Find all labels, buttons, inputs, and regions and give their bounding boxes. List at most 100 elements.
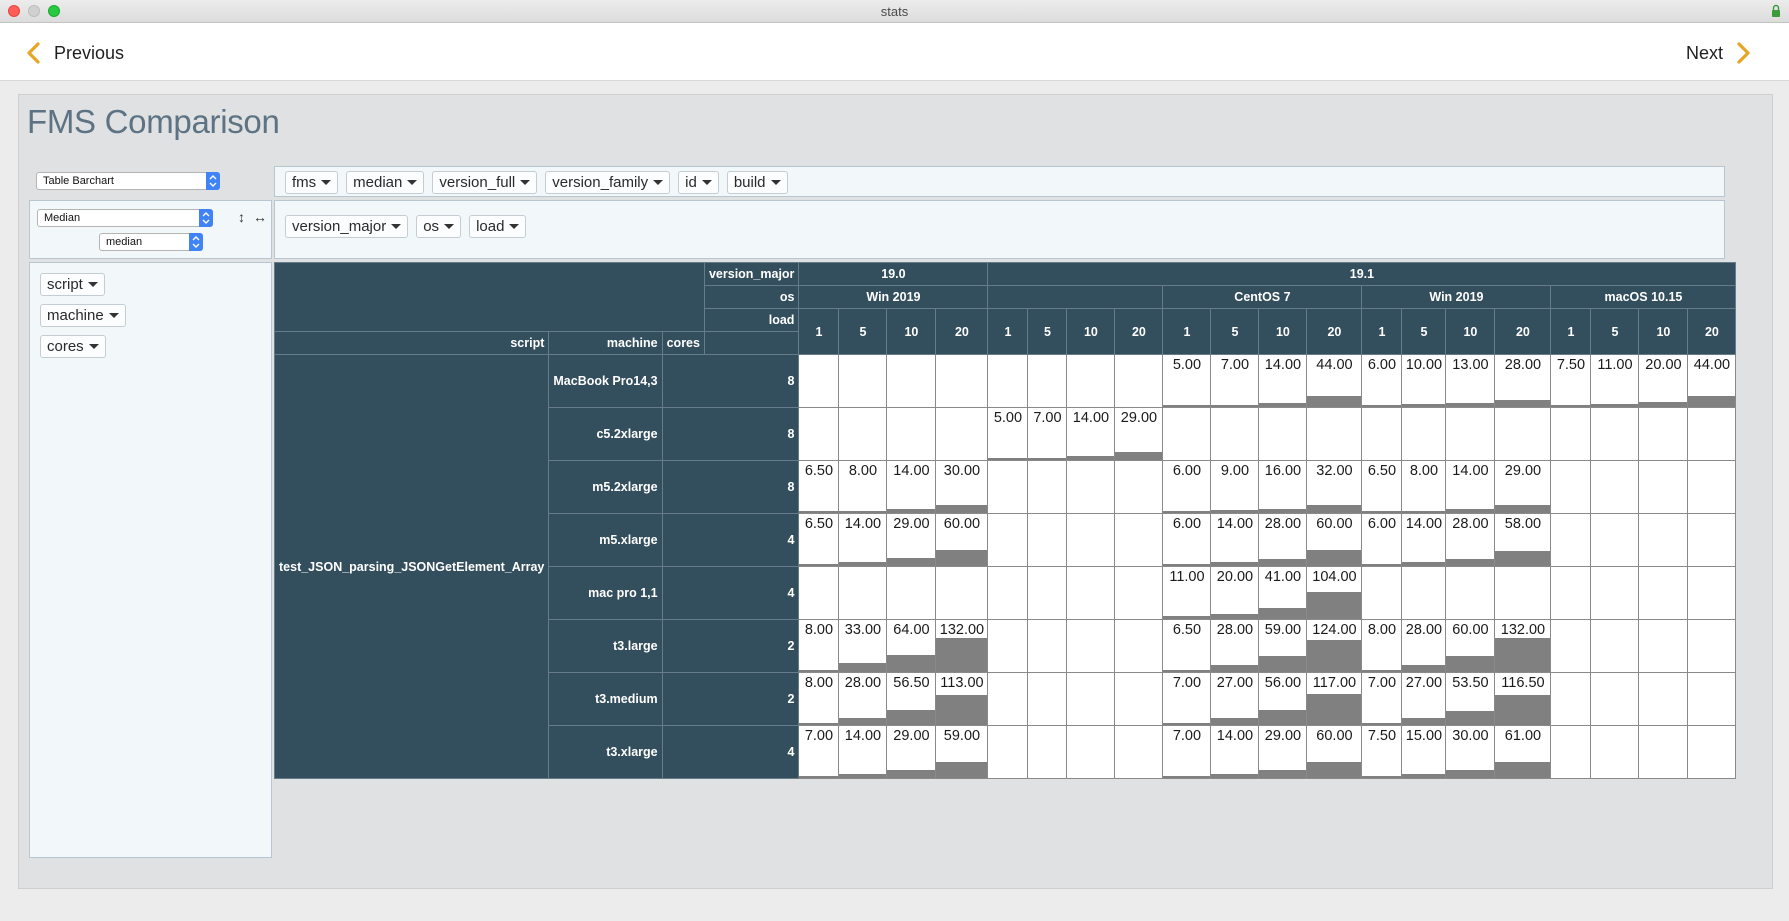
value-cell[interactable]: 8.00 — [798, 619, 840, 673]
value-cell[interactable]: 20.00 — [1210, 566, 1260, 620]
value-cell[interactable]: 58.00 — [1494, 513, 1552, 567]
value-cell[interactable]: 53.50 — [1445, 672, 1496, 726]
value-cell[interactable] — [1027, 354, 1068, 408]
value-cell[interactable]: 28.00 — [1258, 513, 1308, 567]
row-field-pill-machine[interactable]: machine — [40, 304, 126, 327]
value-cell[interactable]: 32.00 — [1306, 460, 1363, 514]
value-cell[interactable] — [1066, 672, 1116, 726]
value-cell[interactable]: 6.50 — [798, 513, 840, 567]
value-cell[interactable]: 59.00 — [935, 725, 989, 779]
value-cell[interactable] — [1590, 407, 1640, 461]
value-cell[interactable] — [886, 407, 937, 461]
value-cell[interactable] — [1066, 725, 1116, 779]
value-cell[interactable]: 6.50 — [798, 460, 840, 514]
value-cell[interactable]: 8.00 — [838, 460, 888, 514]
value-cell[interactable] — [838, 407, 888, 461]
value-cell[interactable] — [1590, 566, 1640, 620]
value-cell[interactable]: 30.00 — [1445, 725, 1496, 779]
value-cell[interactable] — [1494, 407, 1552, 461]
value-cell[interactable]: 6.00 — [1361, 354, 1403, 408]
aggregator-field-select[interactable]: median — [99, 233, 203, 251]
value-cell[interactable] — [1638, 513, 1689, 567]
field-pill-version_family[interactable]: version_family — [545, 171, 671, 194]
value-cell[interactable] — [1066, 619, 1116, 673]
value-cell[interactable]: 44.00 — [1687, 354, 1737, 408]
value-cell[interactable] — [1687, 460, 1737, 514]
value-cell[interactable] — [1027, 725, 1068, 779]
value-cell[interactable]: 132.00 — [1494, 619, 1552, 673]
sort-cols-icon[interactable]: ↔ — [253, 209, 267, 225]
value-cell[interactable] — [1550, 725, 1592, 779]
value-cell[interactable] — [1687, 619, 1737, 673]
value-cell[interactable] — [1114, 566, 1164, 620]
value-cell[interactable]: 61.00 — [1494, 725, 1552, 779]
value-cell[interactable]: 13.00 — [1445, 354, 1496, 408]
renderer-select[interactable]: Table Barchart — [36, 172, 220, 190]
value-cell[interactable]: 28.00 — [1494, 354, 1552, 408]
value-cell[interactable]: 5.00 — [987, 407, 1029, 461]
value-cell[interactable]: 132.00 — [935, 619, 989, 673]
field-pill-build[interactable]: build — [726, 171, 788, 194]
value-cell[interactable]: 16.00 — [1258, 460, 1308, 514]
value-cell[interactable]: 60.00 — [1445, 619, 1496, 673]
value-cell[interactable] — [1590, 619, 1640, 673]
value-cell[interactable]: 33.00 — [838, 619, 888, 673]
value-cell[interactable] — [838, 566, 888, 620]
value-cell[interactable] — [1114, 513, 1164, 567]
value-cell[interactable] — [987, 725, 1029, 779]
value-cell[interactable] — [1027, 513, 1068, 567]
value-cell[interactable]: 14.00 — [1445, 460, 1496, 514]
value-cell[interactable]: 9.00 — [1210, 460, 1260, 514]
field-pill-median[interactable]: median — [346, 171, 425, 194]
value-cell[interactable]: 14.00 — [1066, 407, 1116, 461]
value-cell[interactable]: 6.00 — [1162, 460, 1212, 514]
caret-down-icon[interactable] — [87, 282, 98, 287]
value-cell[interactable]: 14.00 — [1258, 354, 1308, 408]
value-cell[interactable] — [798, 354, 840, 408]
value-cell[interactable]: 60.00 — [1306, 725, 1363, 779]
value-cell[interactable] — [1590, 460, 1640, 514]
value-cell[interactable]: 14.00 — [838, 725, 888, 779]
value-cell[interactable] — [935, 354, 989, 408]
value-cell[interactable] — [1638, 566, 1689, 620]
value-cell[interactable]: 104.00 — [1306, 566, 1363, 620]
value-cell[interactable] — [1361, 407, 1403, 461]
value-cell[interactable]: 28.00 — [1401, 619, 1447, 673]
value-cell[interactable] — [1066, 513, 1116, 567]
value-cell[interactable] — [987, 460, 1029, 514]
value-cell[interactable]: 7.50 — [1550, 354, 1592, 408]
value-cell[interactable]: 10.00 — [1401, 354, 1447, 408]
value-cell[interactable] — [1114, 619, 1164, 673]
value-cell[interactable]: 6.00 — [1361, 513, 1403, 567]
value-cell[interactable]: 20.00 — [1638, 354, 1689, 408]
value-cell[interactable]: 15.00 — [1401, 725, 1447, 779]
value-cell[interactable] — [798, 407, 840, 461]
caret-down-icon[interactable] — [653, 180, 664, 185]
value-cell[interactable] — [1550, 460, 1592, 514]
value-cell[interactable]: 8.00 — [798, 672, 840, 726]
caret-down-icon[interactable] — [509, 224, 520, 229]
row-field-pill-script[interactable]: script — [40, 273, 105, 296]
caret-down-icon[interactable] — [391, 224, 402, 229]
next-button[interactable]: Next — [1686, 41, 1751, 65]
value-cell[interactable]: 44.00 — [1306, 354, 1363, 408]
value-cell[interactable]: 6.00 — [1162, 513, 1212, 567]
value-cell[interactable]: 124.00 — [1306, 619, 1363, 673]
value-cell[interactable] — [1027, 460, 1068, 514]
value-cell[interactable]: 29.00 — [1258, 725, 1308, 779]
value-cell[interactable]: 7.00 — [1361, 672, 1403, 726]
value-cell[interactable]: 7.50 — [1361, 725, 1403, 779]
caret-down-icon[interactable] — [407, 180, 418, 185]
value-cell[interactable]: 14.00 — [886, 460, 937, 514]
value-cell[interactable]: 29.00 — [1494, 460, 1552, 514]
caret-down-icon[interactable] — [108, 313, 119, 318]
value-cell[interactable]: 6.50 — [1361, 460, 1403, 514]
value-cell[interactable] — [1550, 672, 1592, 726]
value-cell[interactable] — [1162, 407, 1212, 461]
value-cell[interactable] — [1445, 566, 1496, 620]
value-cell[interactable]: 28.00 — [1210, 619, 1260, 673]
value-cell[interactable] — [886, 354, 937, 408]
value-cell[interactable]: 7.00 — [1027, 407, 1068, 461]
value-cell[interactable]: 7.00 — [1162, 672, 1212, 726]
value-cell[interactable]: 60.00 — [1306, 513, 1363, 567]
